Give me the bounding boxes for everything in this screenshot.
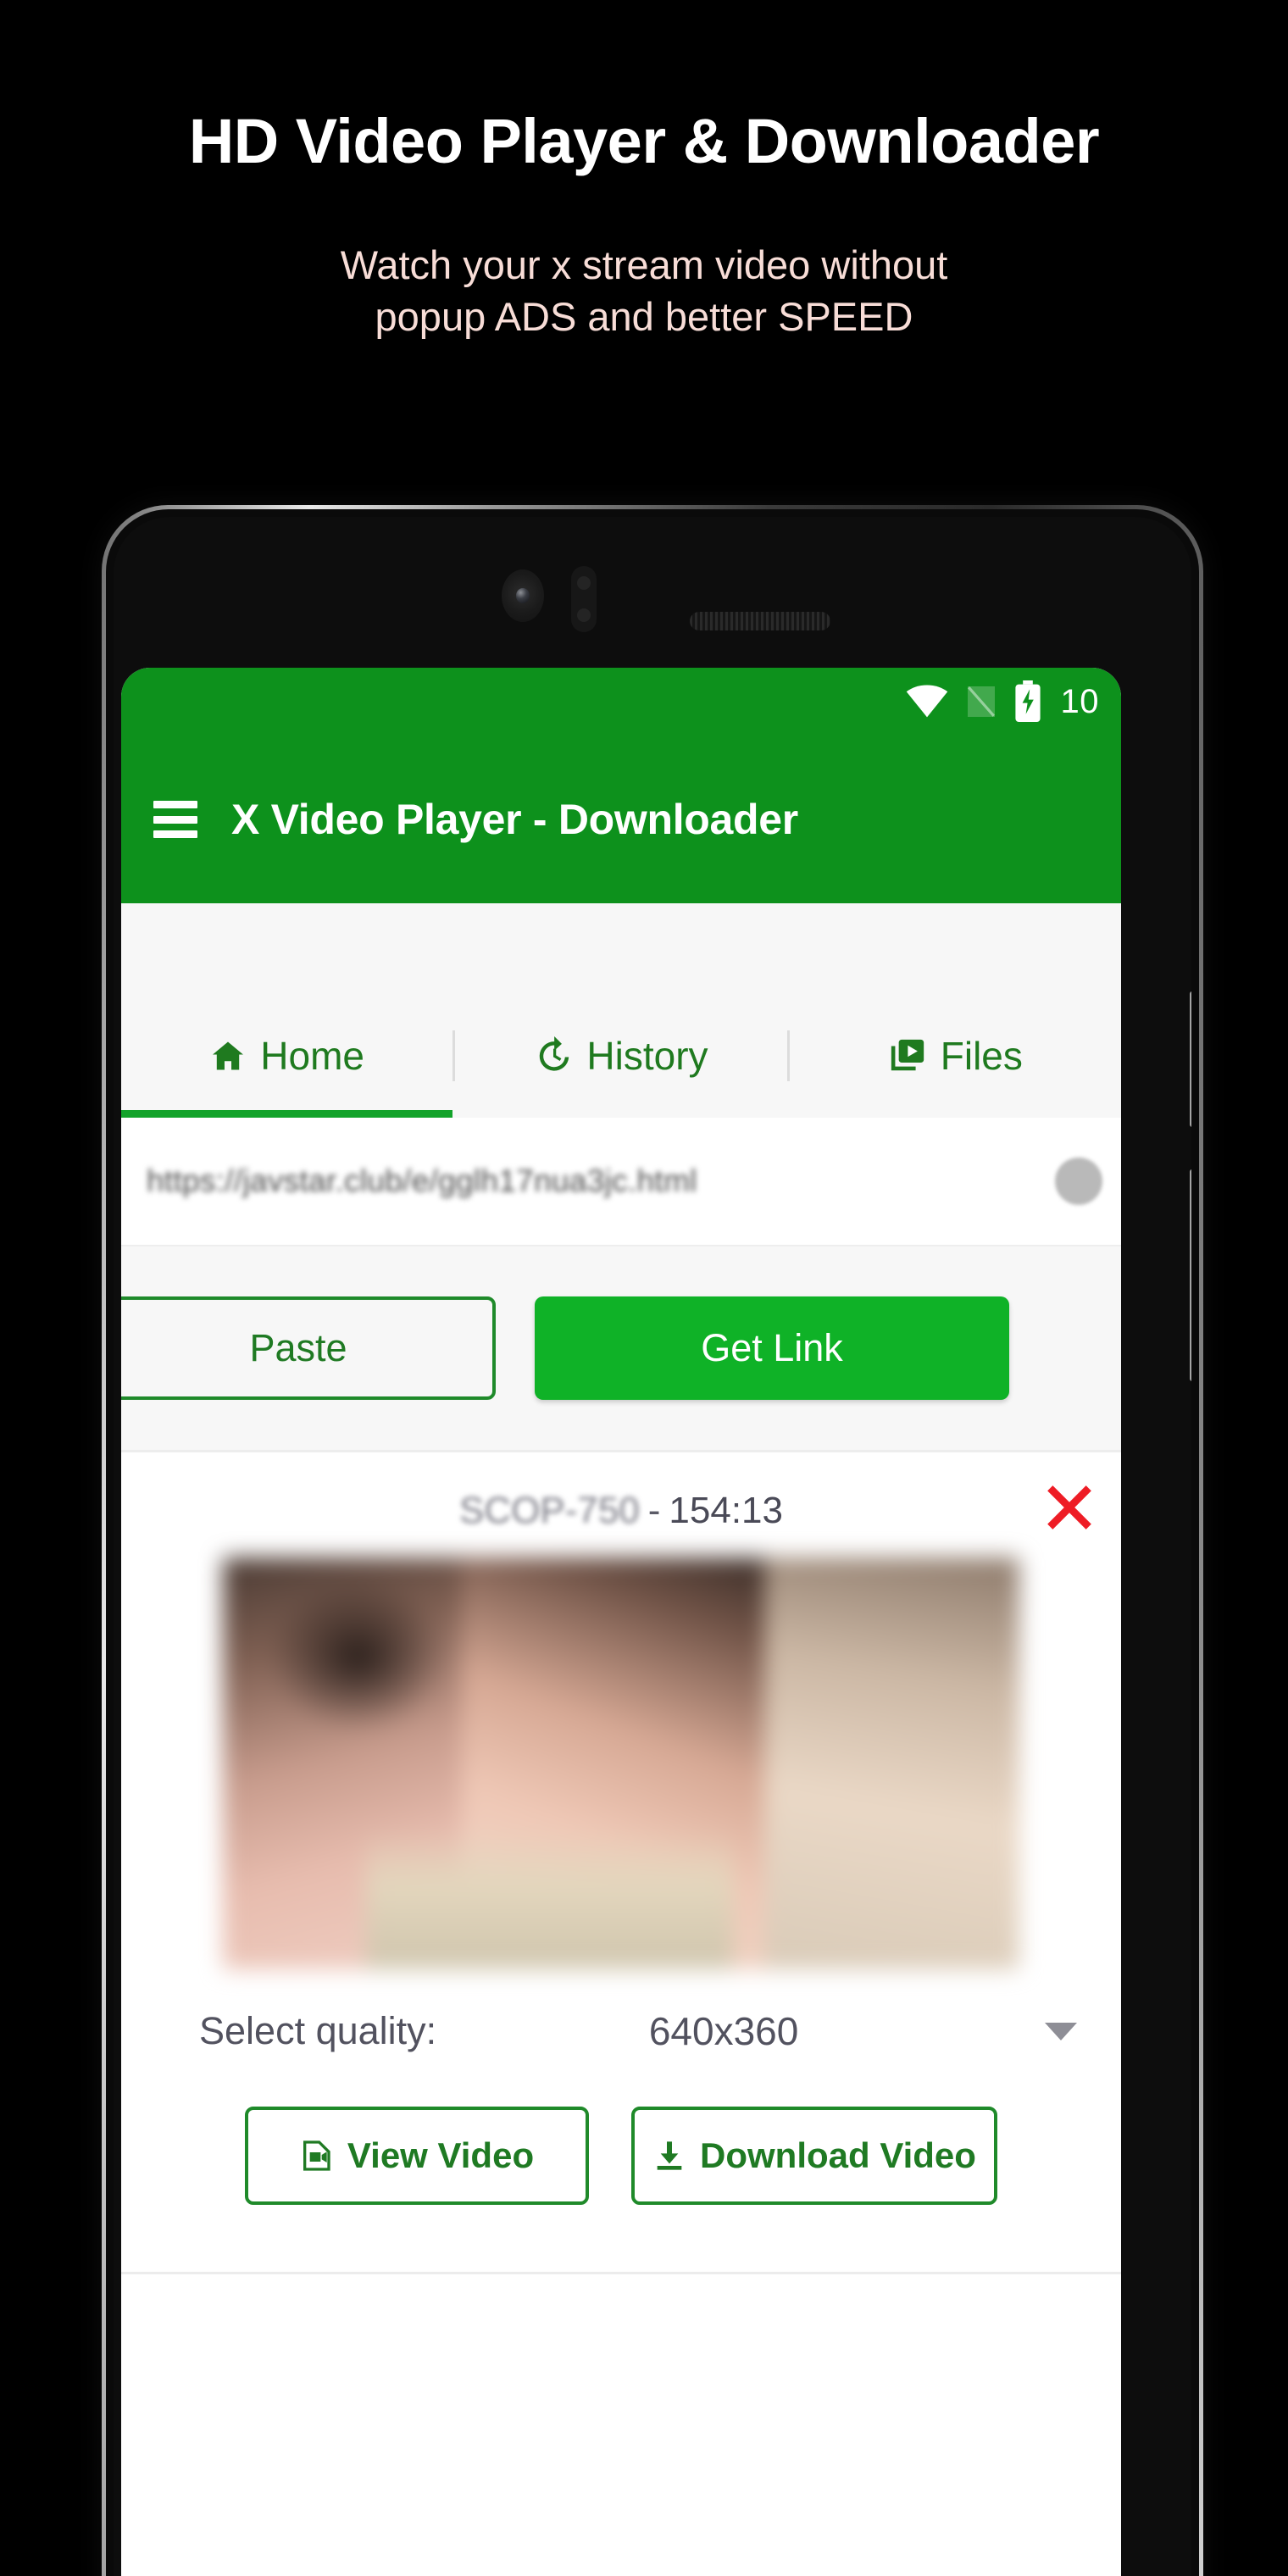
app-bar: X Video Player - Downloader — [121, 736, 1121, 903]
result-card-header: SCOP-750 - 154:13 — [121, 1474, 1121, 1547]
app-bar-title: X Video Player - Downloader — [231, 796, 798, 843]
volume-button[interactable] — [1190, 991, 1191, 1127]
earpiece-speaker — [690, 612, 830, 630]
view-video-button[interactable]: View Video — [245, 2107, 589, 2205]
video-thumbnail[interactable] — [223, 1557, 1019, 1969]
url-input[interactable]: https://javstar.club/e/gglh17nua3jc.html — [147, 1163, 1046, 1199]
status-bar: 10 — [121, 668, 1121, 736]
result-card: SCOP-750 - 154:13 Select quality: 640x36… — [121, 1450, 1121, 2274]
promo-subtitle-line-1: Watch your x stream video without — [340, 242, 948, 287]
tab-home-label: Home — [260, 1034, 365, 1078]
video-duration: 154:13 — [669, 1490, 783, 1531]
tab-bar: Home History Files — [121, 1002, 1121, 1110]
home-icon — [209, 1037, 247, 1074]
result-card-buttons: View Video Download Video — [121, 2093, 1121, 2205]
close-x-icon[interactable] — [1043, 1481, 1096, 1534]
promo-subtitle-line-2: popup ADS and better SPEED — [375, 294, 913, 340]
app-bar-spacer — [121, 903, 1121, 1002]
phone-bezel: 10 X Video Player - Downloader Home Hist… — [106, 509, 1199, 2576]
clear-circle-icon[interactable] — [1055, 1158, 1102, 1205]
proximity-sensor-icon — [571, 566, 597, 632]
tab-files-label: Files — [940, 1034, 1023, 1078]
action-button-row: Paste Get Link — [121, 1246, 1121, 1450]
chevron-down-icon[interactable] — [1045, 2022, 1077, 2040]
wifi-icon — [905, 685, 949, 719]
promo-subtitle: Watch your x stream video without popup … — [0, 239, 1288, 342]
battery-charging-icon — [1013, 680, 1042, 723]
tab-indicator — [121, 1110, 1121, 1118]
video-library-icon — [888, 1036, 927, 1075]
hamburger-menu-icon[interactable] — [153, 801, 197, 838]
tab-history[interactable]: History — [455, 1002, 786, 1110]
video-title: SCOP-750 — [459, 1490, 640, 1531]
title-duration-separator: - — [647, 1490, 661, 1531]
quality-selector-row[interactable]: Select quality: 640x360 — [121, 1969, 1121, 2093]
get-link-button[interactable]: Get Link — [535, 1296, 1009, 1400]
tab-home[interactable]: Home — [121, 1002, 452, 1110]
tab-history-label: History — [586, 1034, 708, 1078]
page-title: HD Video Player & Downloader — [188, 106, 1100, 176]
history-icon — [534, 1036, 573, 1075]
power-button[interactable] — [1190, 1169, 1191, 1381]
quality-label: Select quality: — [199, 2009, 437, 2052]
quality-value[interactable]: 640x360 — [436, 2008, 1011, 2054]
front-camera-icon — [502, 569, 544, 622]
app-screen: 10 X Video Player - Downloader Home Hist… — [121, 668, 1121, 2576]
video-file-icon — [300, 2139, 334, 2173]
url-input-row[interactable]: https://javstar.club/e/gglh17nua3jc.html — [121, 1118, 1121, 1246]
view-video-label: View Video — [347, 2135, 535, 2175]
download-video-label: Download Video — [700, 2135, 976, 2175]
tab-files[interactable]: Files — [790, 1002, 1121, 1110]
phone-body: 10 X Video Player - Downloader Home Hist… — [114, 517, 1191, 2576]
battery-percent-label: 10 — [1060, 682, 1099, 720]
phone-mockup: 10 X Video Player - Downloader Home Hist… — [102, 505, 1203, 2576]
download-icon — [652, 2139, 686, 2173]
paste-button[interactable]: Paste — [121, 1296, 496, 1400]
signal-off-icon — [964, 683, 998, 720]
result-card-footer — [121, 2234, 1121, 2274]
download-video-button[interactable]: Download Video — [631, 2107, 997, 2205]
promo-screenshot: HD Video Player & Downloader Watch your … — [0, 0, 1288, 2576]
